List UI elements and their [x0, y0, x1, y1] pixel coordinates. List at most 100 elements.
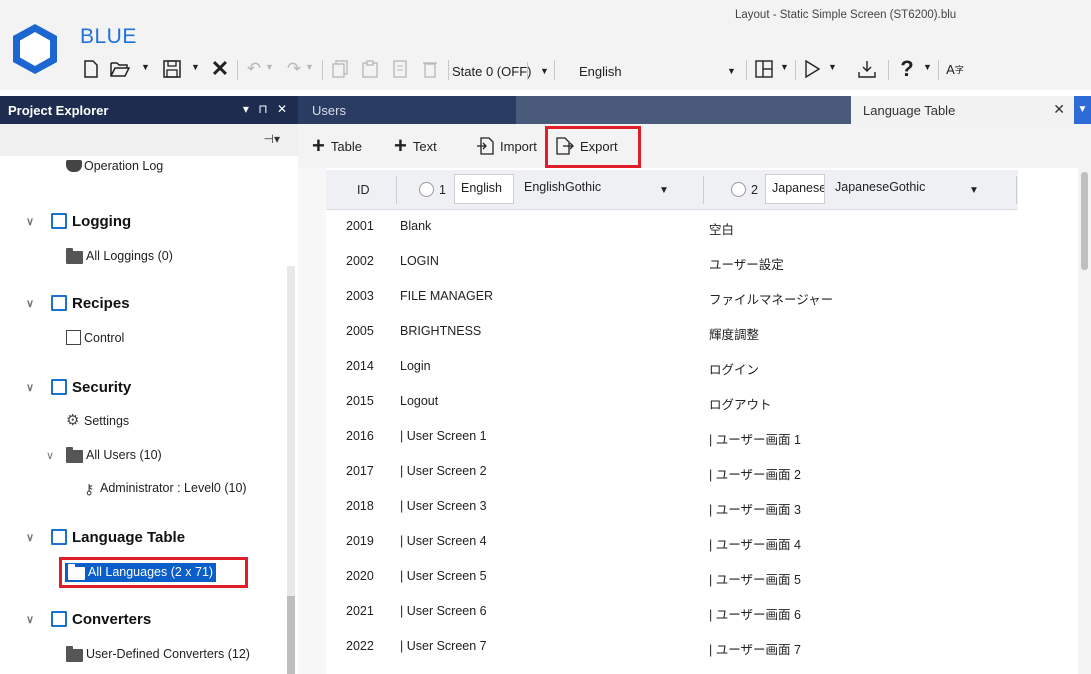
language2-font-select[interactable]: JapaneseGothic: [829, 174, 989, 204]
table-row[interactable]: 2014 Login ログイン: [326, 350, 1018, 384]
tree-item-settings[interactable]: ⚙ Settings: [66, 411, 266, 433]
table-row[interactable]: 2005 BRIGHTNESS 輝度調整: [326, 315, 1018, 349]
english-text-cell[interactable]: Blank: [400, 219, 431, 233]
id-cell[interactable]: 2016: [346, 429, 374, 443]
japanese-text-cell[interactable]: ログイン: [709, 359, 759, 378]
table-row[interactable]: 2022 | User Screen 7 | ユーザー画面 7: [326, 630, 1018, 664]
explorer-window-controls[interactable]: ▾ ⊓ ✕: [243, 102, 290, 116]
table-row[interactable]: 2021 | User Screen 6 | ユーザー画面 6: [326, 595, 1018, 629]
japanese-text-cell[interactable]: | ユーザー画面 2: [709, 464, 801, 483]
undo-icon[interactable]: ↶: [244, 55, 264, 83]
id-cell[interactable]: 2002: [346, 254, 374, 268]
close-icon[interactable]: ✕: [208, 55, 232, 83]
japanese-text-cell[interactable]: ユーザー設定: [709, 254, 784, 273]
open-icon[interactable]: [108, 55, 132, 83]
japanese-text-cell[interactable]: 空白: [709, 219, 734, 238]
pin-button[interactable]: ⊣▾: [264, 132, 280, 146]
delete-icon[interactable]: [420, 55, 440, 83]
tree-group-recipes[interactable]: ∨ Recipes: [26, 292, 246, 316]
english-text-cell[interactable]: FILE MANAGER: [400, 289, 493, 303]
english-text-cell[interactable]: Login: [400, 359, 431, 373]
explorer-scrollbar[interactable]: [287, 266, 295, 674]
english-text-cell[interactable]: | User Screen 4: [400, 534, 487, 548]
help-dropdown-icon[interactable]: ▼: [923, 62, 932, 72]
layout-icon[interactable]: [752, 55, 776, 83]
new-file-icon[interactable]: [80, 55, 102, 83]
language2-name-field[interactable]: Japanese: [765, 174, 825, 204]
english-text-cell[interactable]: LOGIN: [400, 254, 439, 268]
english-text-cell[interactable]: | User Screen 1: [400, 429, 487, 443]
japanese-text-cell[interactable]: 輝度調整: [709, 324, 759, 343]
japanese-text-cell[interactable]: | ユーザー画面 3: [709, 499, 801, 518]
id-cell[interactable]: 2020: [346, 569, 374, 583]
english-text-cell[interactable]: | User Screen 6: [400, 604, 487, 618]
tree-group-language-table[interactable]: ∨ Language Table: [26, 526, 266, 550]
save-icon[interactable]: [160, 55, 184, 83]
tree-item-all-languages[interactable]: All Languages (2 x 71): [59, 557, 248, 588]
grid-scrollbar-thumb[interactable]: [1081, 172, 1088, 270]
tab-language-table[interactable]: Language Table ✕: [851, 96, 1074, 124]
export-button[interactable]: Export: [556, 134, 618, 158]
id-cell[interactable]: 2001: [346, 219, 374, 233]
run-dropdown-icon[interactable]: ▼: [828, 62, 837, 72]
id-cell[interactable]: 2005: [346, 324, 374, 338]
language-select[interactable]: English ▼: [575, 59, 740, 83]
language1-radio[interactable]: [419, 182, 434, 197]
download-icon[interactable]: [855, 55, 879, 83]
table-row[interactable]: 2018 | User Screen 3 | ユーザー画面 3: [326, 490, 1018, 524]
id-cell[interactable]: 2017: [346, 464, 374, 478]
tab-list-dropdown-icon[interactable]: ▼: [1074, 96, 1091, 124]
language2-radio[interactable]: [731, 182, 746, 197]
english-text-cell[interactable]: Logout: [400, 394, 438, 408]
id-cell[interactable]: 2015: [346, 394, 374, 408]
japanese-text-cell[interactable]: | ユーザー画面 6: [709, 604, 801, 623]
tree-group-security[interactable]: ∨ Security: [26, 376, 246, 400]
save-dropdown-icon[interactable]: ▼: [191, 62, 200, 72]
paste-icon[interactable]: [360, 55, 380, 83]
duplicate-icon[interactable]: [390, 55, 410, 83]
japanese-text-cell[interactable]: | ユーザー画面 5: [709, 569, 801, 588]
japanese-text-cell[interactable]: ログアウト: [709, 394, 772, 413]
run-icon[interactable]: [800, 55, 824, 83]
import-button[interactable]: Import: [476, 134, 537, 158]
japanese-text-cell[interactable]: | ユーザー画面 7: [709, 639, 801, 658]
language1-font-select[interactable]: EnglishGothic: [518, 174, 678, 204]
copy-icon[interactable]: [330, 55, 350, 83]
language1-name-field[interactable]: English: [454, 174, 514, 204]
tree-item-control[interactable]: Control: [66, 328, 266, 350]
tree-item-all-loggings[interactable]: All Loggings (0): [66, 246, 266, 268]
english-text-cell[interactable]: | User Screen 3: [400, 499, 487, 513]
table-row[interactable]: 2002 LOGIN ユーザー設定: [326, 245, 1018, 279]
table-row[interactable]: 2019 | User Screen 4 | ユーザー画面 4: [326, 525, 1018, 559]
explorer-scrollbar-thumb[interactable]: [287, 596, 295, 674]
japanese-text-cell[interactable]: | ユーザー画面 4: [709, 534, 801, 553]
tree-item-administrator[interactable]: ⚷ Administrator : Level0 (10): [84, 478, 284, 502]
english-text-cell[interactable]: | User Screen 7: [400, 639, 487, 653]
table-row[interactable]: 2016 | User Screen 1 | ユーザー画面 1: [326, 420, 1018, 454]
table-row[interactable]: 2003 FILE MANAGER ファイルマネージャー: [326, 280, 1018, 314]
help-icon[interactable]: ?: [897, 55, 917, 83]
redo-icon[interactable]: ↷: [284, 55, 304, 83]
id-cell[interactable]: 2014: [346, 359, 374, 373]
tree-item-user-defined-converters[interactable]: User-Defined Converters (12): [66, 644, 276, 666]
id-cell[interactable]: 2022: [346, 639, 374, 653]
japanese-text-cell[interactable]: | ユーザー画面 1: [709, 429, 801, 448]
undo-dropdown-icon[interactable]: ▼: [265, 62, 274, 72]
redo-dropdown-icon[interactable]: ▼: [305, 62, 314, 72]
english-text-cell[interactable]: BRIGHTNESS: [400, 324, 481, 338]
id-cell[interactable]: 2003: [346, 289, 374, 303]
table-row[interactable]: 2001 Blank 空白: [326, 210, 1018, 244]
layout-dropdown-icon[interactable]: ▼: [780, 62, 789, 72]
font-icon[interactable]: A字: [942, 55, 968, 83]
tree-group-converters[interactable]: ∨ Converters: [26, 608, 246, 632]
open-dropdown-icon[interactable]: ▼: [141, 62, 150, 72]
table-row[interactable]: 2020 | User Screen 5 | ユーザー画面 5: [326, 560, 1018, 594]
tree-item-all-users[interactable]: ∨ All Users (10): [46, 445, 266, 467]
table-row[interactable]: 2017 | User Screen 2 | ユーザー画面 2: [326, 455, 1018, 489]
tab-users[interactable]: Users: [298, 96, 516, 124]
table-row[interactable]: 2015 Logout ログアウト: [326, 385, 1018, 419]
grid-scrollbar[interactable]: [1078, 168, 1091, 674]
id-cell[interactable]: 2019: [346, 534, 374, 548]
add-table-button[interactable]: + Table: [312, 134, 362, 158]
add-text-button[interactable]: + Text: [394, 134, 437, 158]
